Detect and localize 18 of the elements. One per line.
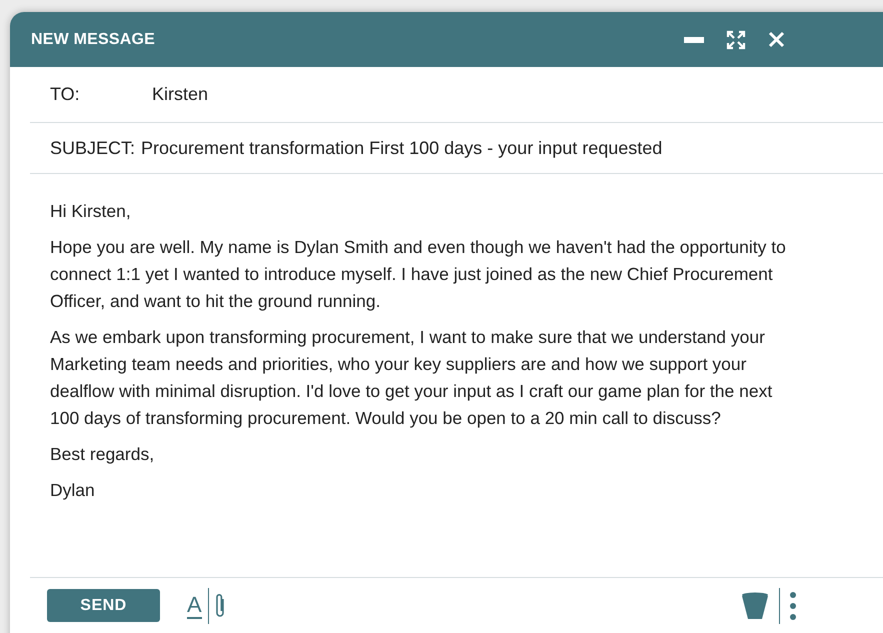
window-title: NEW MESSAGE bbox=[31, 30, 155, 50]
subject-label: SUBJECT: bbox=[50, 136, 136, 160]
to-label: TO: bbox=[50, 83, 81, 106]
to-field[interactable]: Kirsten bbox=[152, 81, 208, 108]
message-paragraph: Dylan bbox=[50, 479, 96, 502]
close-icon[interactable] bbox=[768, 31, 785, 48]
text-format-button[interactable]: A bbox=[187, 592, 202, 618]
more-options-icon[interactable] bbox=[790, 592, 796, 620]
send-button[interactable]: SEND bbox=[47, 589, 160, 622]
expand-icon[interactable] bbox=[726, 30, 746, 50]
message-paragraph: As we embark upon transforming procurement, I want to make sure that we understand your Marketing team needs and priorities, who your key suppliers are and how we support your dealflow with minimal disruption. I'd love to get your input as I craft our game plan for the next 100 days of transforming procurement. Would you be open to a 20 min call to discuss? bbox=[50, 326, 774, 430]
trash-icon[interactable] bbox=[740, 592, 769, 620]
message-paragraph: Hope you are well. My name is Dylan Smith and even though we haven't had the opportunity to connect 1:1 yet I wanted to introduce myself. I have just joined as the new Chief Procurement Officer, and want to hit the ground running. bbox=[50, 236, 787, 313]
paperclip-icon[interactable] bbox=[214, 592, 226, 618]
message-paragraph: Best regards, bbox=[50, 443, 156, 466]
minimize-icon[interactable] bbox=[684, 36, 704, 42]
message-paragraph: Hi Kirsten, bbox=[50, 200, 132, 223]
subject-field[interactable]: Procurement transformation First 100 days - your input requested bbox=[141, 134, 662, 162]
